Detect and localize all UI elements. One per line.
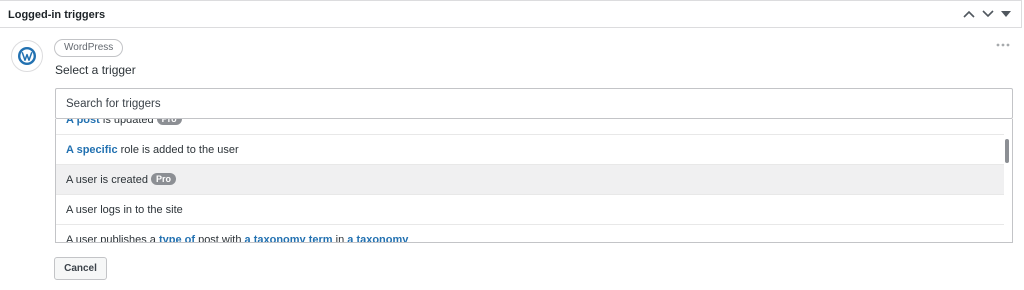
wordpress-logo-icon: [11, 40, 43, 72]
trigger-option-text: post with: [195, 234, 245, 243]
trigger-option[interactable]: A specific role is added to the user: [56, 135, 1004, 165]
trigger-options-list: A post is updated Pro A specific role is a…: [55, 119, 1013, 243]
triangle-down-icon[interactable]: [998, 6, 1014, 22]
select-trigger-label: Select a trigger: [55, 63, 136, 77]
more-dots-icon[interactable]: [996, 36, 1012, 47]
chevron-down-icon[interactable]: [980, 6, 996, 22]
pro-badge: Pro: [150, 173, 176, 185]
trigger-option[interactable]: A user is created Pro: [56, 165, 1004, 195]
trigger-search-input[interactable]: [55, 88, 1013, 119]
trigger-token-link[interactable]: a taxonomy term: [245, 234, 333, 242]
trigger-token-link[interactable]: A post: [66, 119, 100, 126]
trigger-option-text: A user is created: [66, 174, 148, 186]
trigger-option-text: role is added to the user: [117, 144, 239, 156]
panel-header: Logged-in triggers: [0, 0, 1022, 28]
trigger-token-link[interactable]: A specific: [66, 144, 118, 156]
trigger-token-link[interactable]: a taxonomy: [347, 234, 408, 242]
trigger-option[interactable]: A user publishes a type of post with a t…: [56, 225, 1004, 243]
trigger-option[interactable]: A post is updated Pro: [56, 119, 1004, 135]
trigger-option-text: A user publishes a: [66, 234, 159, 243]
cancel-button[interactable]: Cancel: [54, 257, 107, 280]
trigger-option-text: A user logs in to the site: [66, 204, 183, 216]
chevron-up-icon[interactable]: [961, 6, 977, 22]
trigger-option-text: is updated: [99, 119, 154, 126]
trigger-option-text: in: [332, 234, 348, 243]
trigger-token-link[interactable]: type of: [159, 234, 195, 242]
panel-title: Logged-in triggers: [8, 9, 106, 21]
trigger-options: A post is updated Pro A specific role is a…: [56, 119, 1004, 243]
scroll-thumb[interactable]: [1005, 139, 1009, 163]
integration-badge: WordPress: [54, 39, 124, 57]
list-scrollbar[interactable]: [1003, 119, 1011, 242]
trigger-option[interactable]: A user logs in to the site: [56, 195, 1004, 225]
pro-badge: Pro: [156, 119, 182, 125]
